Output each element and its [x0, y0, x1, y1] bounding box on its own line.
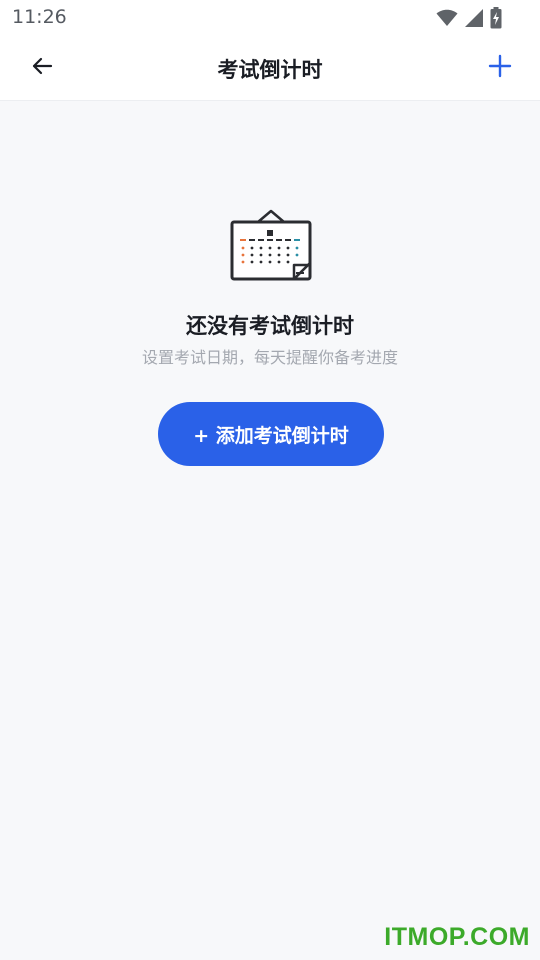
signal-icon	[464, 8, 484, 28]
status-icons	[436, 7, 502, 29]
wifi-icon	[436, 9, 458, 27]
app-header: 考试倒计时	[0, 36, 540, 101]
calendar-icon	[228, 207, 314, 283]
status-time: 11:26	[12, 6, 67, 28]
empty-state-title: 还没有考试倒计时	[186, 314, 354, 338]
add-countdown-button[interactable]: + 添加考试倒计时	[158, 402, 384, 466]
battery-charging-icon	[490, 7, 502, 29]
empty-state-subtitle: 设置考试日期，每天提醒你备考进度	[141, 348, 398, 367]
status-bar: 11:26	[0, 0, 540, 36]
plus-icon	[488, 54, 512, 82]
watermark: ITMOP.COM	[384, 923, 530, 951]
page-title: 考试倒计时	[217, 58, 323, 82]
add-button[interactable]	[480, 48, 520, 88]
